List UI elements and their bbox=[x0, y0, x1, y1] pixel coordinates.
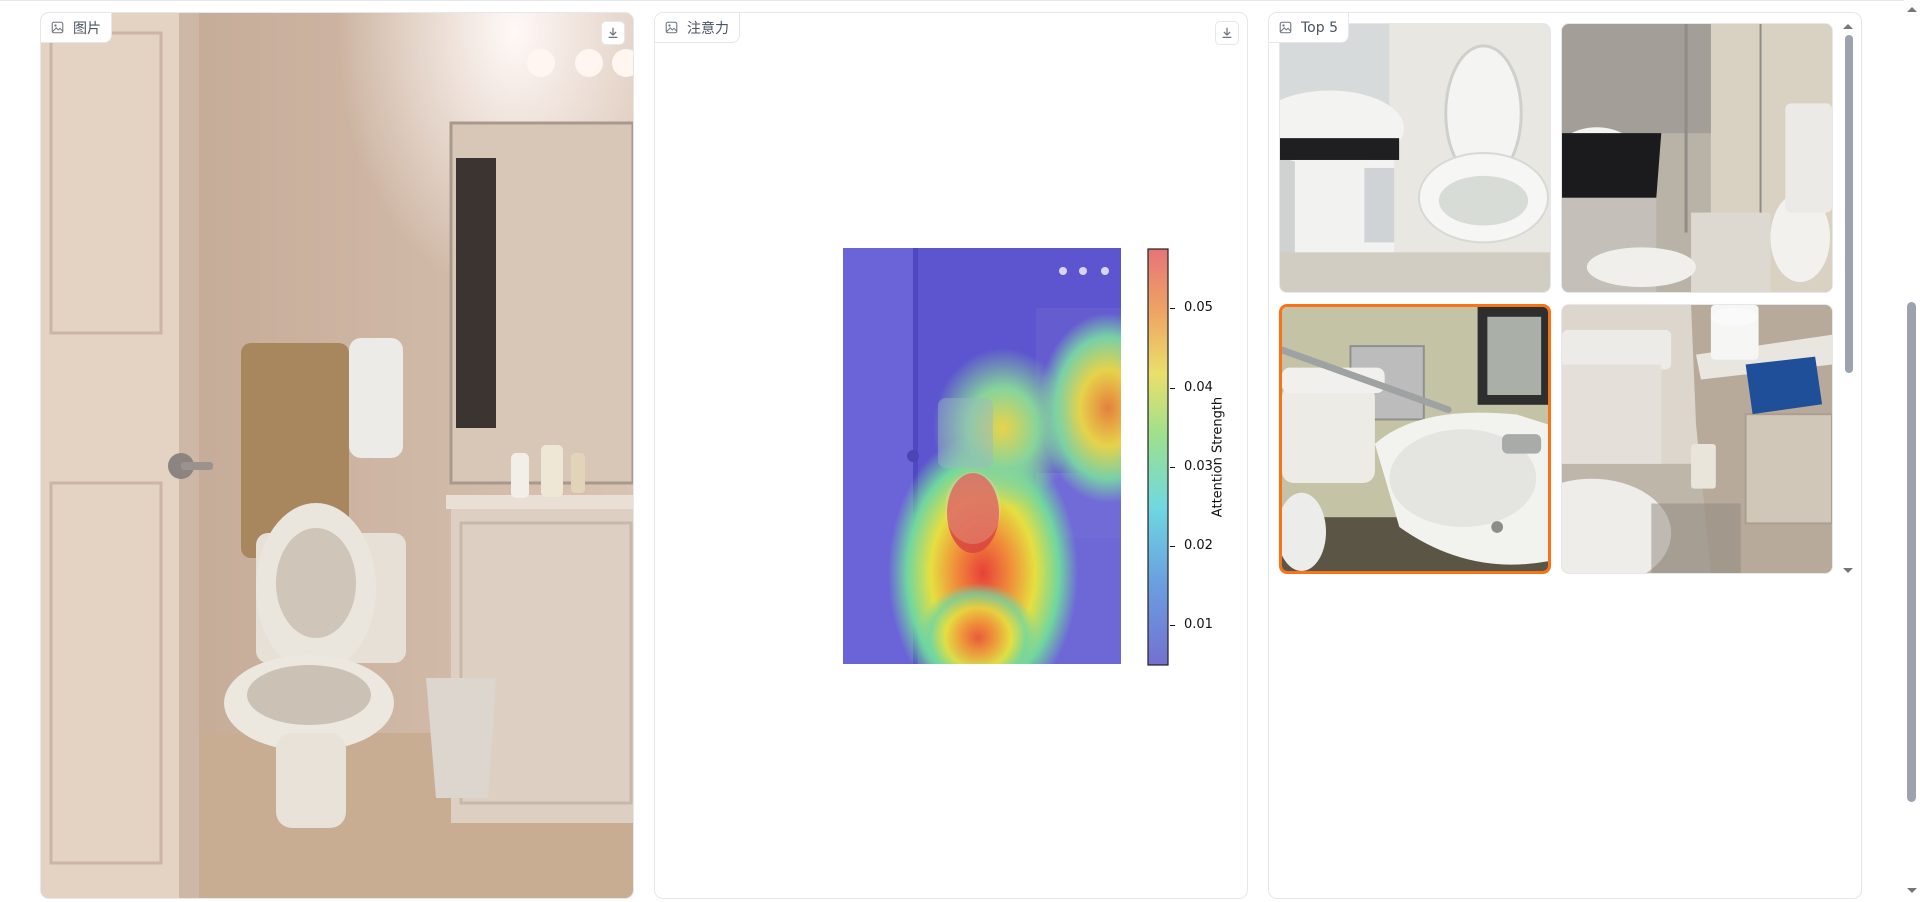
gallery-thumbnail bbox=[1562, 305, 1832, 573]
attention-panel-label: 注意力 bbox=[655, 13, 740, 43]
scroll-down-icon[interactable] bbox=[1841, 566, 1855, 576]
colorbar-tick-mark bbox=[1170, 625, 1175, 627]
colorbar-tick-mark bbox=[1170, 466, 1175, 468]
image-download-button[interactable] bbox=[601, 21, 625, 45]
colorbar-title: Attention Strength bbox=[1210, 396, 1226, 518]
colorbar-tick-label: 0.03 bbox=[1184, 458, 1213, 474]
gallery-thumbnail bbox=[1280, 24, 1550, 292]
gallery-thumbnail bbox=[1282, 307, 1548, 571]
image-icon bbox=[51, 21, 64, 34]
download-icon bbox=[608, 27, 618, 38]
page-scroll-thumb[interactable] bbox=[1907, 302, 1916, 802]
attention-panel: 注意力 0.05 0.04 0.03 0.02 0.01 Attention S… bbox=[654, 12, 1248, 899]
attention-colorbar bbox=[1147, 248, 1169, 666]
gallery-scroll-thumb[interactable] bbox=[1845, 35, 1853, 373]
image-icon bbox=[1279, 21, 1292, 34]
image-panel-label: 图片 bbox=[41, 13, 112, 43]
scroll-up-icon[interactable] bbox=[1841, 21, 1855, 31]
bathroom-photo bbox=[41, 13, 633, 898]
attention-heatmap-image bbox=[843, 248, 1121, 664]
image-panel-title: 图片 bbox=[73, 20, 101, 37]
attention-panel-title: 注意力 bbox=[687, 20, 729, 37]
image-panel: 图片 bbox=[40, 12, 634, 899]
attention-download-button[interactable] bbox=[1215, 21, 1239, 45]
colorbar-tick-label: 0.05 bbox=[1184, 300, 1213, 316]
colorbar-tick-mark bbox=[1170, 387, 1175, 389]
top5-panel: Top 5 bbox=[1268, 12, 1862, 899]
colorbar-tick-label: 0.01 bbox=[1184, 617, 1213, 633]
gallery-item-3[interactable] bbox=[1279, 304, 1551, 574]
colorbar-tick-mark bbox=[1170, 308, 1175, 310]
top5-panel-title: Top 5 bbox=[1301, 19, 1338, 36]
gallery-thumbnail bbox=[1562, 24, 1832, 292]
top5-panel-label: Top 5 bbox=[1269, 13, 1349, 43]
image-icon bbox=[665, 21, 678, 34]
gallery-item-4[interactable] bbox=[1561, 304, 1833, 574]
scroll-down-icon[interactable] bbox=[1905, 886, 1919, 896]
top-divider bbox=[0, 0, 1920, 1]
gallery-item-2[interactable] bbox=[1561, 23, 1833, 293]
colorbar-tick-label: 0.04 bbox=[1184, 379, 1213, 395]
colorbar-tick-label: 0.02 bbox=[1184, 538, 1213, 554]
gallery-item-1[interactable] bbox=[1279, 23, 1551, 293]
colorbar-tick-mark bbox=[1170, 546, 1175, 548]
scroll-up-icon[interactable] bbox=[1905, 4, 1919, 14]
download-icon bbox=[1222, 27, 1232, 38]
